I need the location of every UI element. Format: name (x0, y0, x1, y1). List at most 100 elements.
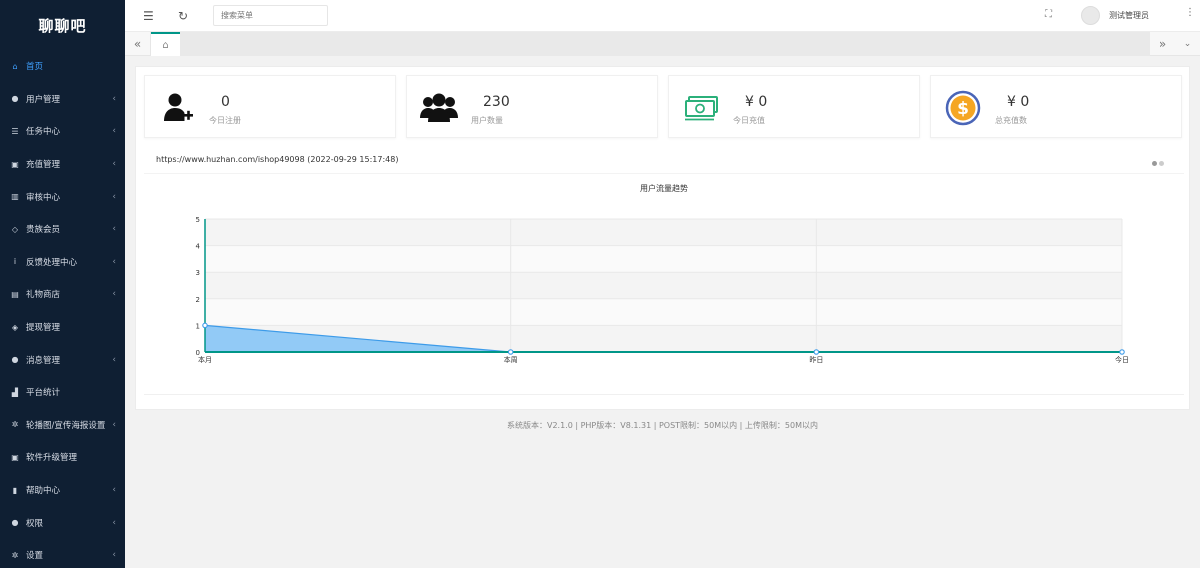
chevron-left-icon: ‹ (112, 289, 116, 300)
sidebar-item-1[interactable]: ● 用户管理 ‹ (0, 83, 125, 116)
tab-home[interactable]: ⌂ (151, 32, 180, 56)
user-add-icon (157, 88, 197, 128)
sidebar-item-4[interactable]: ▥ 审核中心 ‹ (0, 180, 125, 213)
app-logo[interactable]: 聊聊吧 (0, 0, 125, 50)
stat-label: 今日注册 (209, 116, 241, 125)
carousel-dot[interactable] (1152, 161, 1157, 166)
y-tick-label: 2 (196, 296, 200, 304)
chevron-left-icon: ‹ (112, 126, 116, 137)
chevron-left-icon: ‹ (112, 550, 116, 561)
sidebar-item-7[interactable]: ▤ 礼物商店 ‹ (0, 278, 125, 311)
x-tick-label: 昨日 (809, 355, 823, 364)
sidebar-item-5[interactable]: ◇ 贵族会员 ‹ (0, 213, 125, 246)
sidebar-nav: ⌂ 首页 ● 用户管理 ‹ ☰ 任务中心 ‹ ▣ 充值管理 ‹ ▥ 审核中心 ‹ ◇ 贵族会员 ‹ i 反馈处理中心… (0, 50, 125, 568)
sidebar-item-label: 礼物商店 (26, 290, 61, 301)
file-icon: ▮ (12, 485, 18, 495)
home-icon: ⌂ (162, 39, 169, 51)
sidebar-item-14[interactable]: ● 权限 ‹ (0, 506, 125, 539)
info-icon: i (13, 257, 17, 267)
sidebar-item-0[interactable]: ⌂ 首页 (0, 50, 125, 83)
sidebar-item-2[interactable]: ☰ 任务中心 ‹ (0, 115, 125, 148)
sidebar-item-label: 帮助中心 (26, 486, 61, 497)
search-input[interactable] (213, 5, 328, 26)
stat-label: 今日充值 (733, 116, 765, 125)
data-point (507, 349, 514, 355)
stat-value: ¥ 0 (745, 94, 768, 110)
avatar[interactable] (1081, 6, 1100, 25)
stat-card-today-register: 0 今日注册 (144, 75, 396, 138)
grid-band (205, 298, 1122, 326)
sidebar-item-label: 消息管理 (26, 355, 61, 366)
scroll-tabs-left-icon[interactable]: « (125, 32, 151, 56)
y-tick-label: 5 (196, 216, 200, 224)
fullscreen-icon[interactable]: ⛶ (1045, 9, 1052, 20)
sidebar-item-label: 任务中心 (26, 127, 61, 138)
sidebar-item-label: 反馈处理中心 (26, 257, 78, 268)
stats-icon: ▟ (11, 387, 19, 397)
sidebar-item-8[interactable]: ◈ 提现管理 (0, 311, 125, 344)
stat-label: 用户数量 (471, 116, 503, 125)
sidebar-item-label: 软件升级管理 (26, 453, 78, 464)
sidebar-item-9[interactable]: ● 消息管理 ‹ (0, 343, 125, 376)
scroll-tabs-right-icon[interactable]: » (1150, 32, 1175, 56)
x-tick-label: 本周 (504, 355, 518, 364)
sidebar-item-label: 首页 (26, 62, 44, 73)
chevron-left-icon: ‹ (112, 256, 116, 267)
svg-text:$: $ (957, 99, 969, 119)
data-point (1119, 349, 1125, 355)
box-icon: ▣ (11, 452, 19, 462)
top-bar: ☰ ↻ ⛶ 测试管理员 ⋮ (125, 0, 1200, 32)
sidebar-item-label: 审核中心 (26, 192, 61, 203)
data-point (813, 349, 820, 355)
carousel-dots[interactable] (1150, 159, 1164, 169)
x-tick-label: 本月 (198, 355, 212, 364)
menu-collapse-icon[interactable]: ☰ (143, 9, 154, 23)
sidebar-item-10[interactable]: ▟ 平台统计 (0, 376, 125, 409)
sidebar-item-label: 设置 (26, 551, 44, 562)
traffic-chart: 用户流量趋势 0 1 2 3 4 5 本月 本周 昨日 今日 (144, 173, 1184, 395)
dollar-icon: $ (943, 88, 983, 128)
x-tick-label: 今日 (1115, 355, 1129, 364)
watermark-info: https://www.huzhan.com/ishop49098 (2022-… (156, 155, 399, 164)
stat-value: 230 (483, 94, 510, 110)
refresh-icon[interactable]: ↻ (178, 9, 188, 23)
sidebar-item-label: 轮播图/宣传海报设置 (26, 420, 106, 431)
gear-icon: ✲ (11, 550, 19, 560)
stat-card-user-count: 230 用户数量 (406, 75, 658, 138)
dashboard-card: 0 今日注册 230 用户数量 ¥ 0 今日充值 $ ¥ 0 总充值数 http… (135, 66, 1190, 410)
chevron-left-icon: ‹ (112, 224, 116, 235)
sidebar-item-6[interactable]: i 反馈处理中心 ‹ (0, 246, 125, 279)
sidebar-item-3[interactable]: ▣ 充值管理 ‹ (0, 148, 125, 181)
grid-band (205, 219, 1122, 246)
sidebar-item-label: 权限 (26, 518, 44, 529)
sidebar-item-label: 贵族会员 (26, 225, 61, 236)
sidebar-item-label: 充值管理 (26, 160, 61, 171)
y-tick-label: 4 (196, 243, 201, 251)
list-icon: ☰ (11, 126, 19, 136)
tab-bar: « ⌂ » ⌄ (125, 32, 1200, 56)
username[interactable]: 测试管理员 (1109, 10, 1149, 21)
more-icon[interactable]: ⋮ (1185, 7, 1195, 18)
gift-icon: ▣ (11, 159, 19, 169)
users-icon (419, 88, 459, 128)
chevron-left-icon: ‹ (112, 419, 116, 430)
carousel-dot[interactable] (1159, 161, 1164, 166)
sidebar-item-label: 用户管理 (26, 94, 61, 105)
stat-card-today-recharge: ¥ 0 今日充值 (668, 75, 920, 138)
sidebar-item-label: 提现管理 (26, 323, 61, 334)
sidebar-item-12[interactable]: ▣ 软件升级管理 (0, 441, 125, 474)
chevron-left-icon: ‹ (112, 159, 116, 170)
grid-band (205, 272, 1122, 299)
sidebar-item-15[interactable]: ✲ 设置 ‹ (0, 539, 125, 568)
sidebar-item-13[interactable]: ▮ 帮助中心 ‹ (0, 474, 125, 507)
y-tick-label: 3 (196, 269, 200, 277)
chat-icon: ● (11, 355, 19, 365)
stat-card-total-recharge: $ ¥ 0 总充值数 (930, 75, 1182, 138)
user-icon: ● (11, 518, 19, 528)
chart-svg: 012345本月 本周 昨日 今日 (196, 216, 1129, 364)
sidebar-item-11[interactable]: ✲ 轮播图/宣传海报设置 ‹ (0, 409, 125, 442)
chevron-down-icon[interactable]: ⌄ (1175, 32, 1200, 56)
grid-band (205, 245, 1122, 273)
home-icon: ⌂ (12, 61, 18, 71)
chevron-left-icon: ‹ (112, 517, 116, 528)
